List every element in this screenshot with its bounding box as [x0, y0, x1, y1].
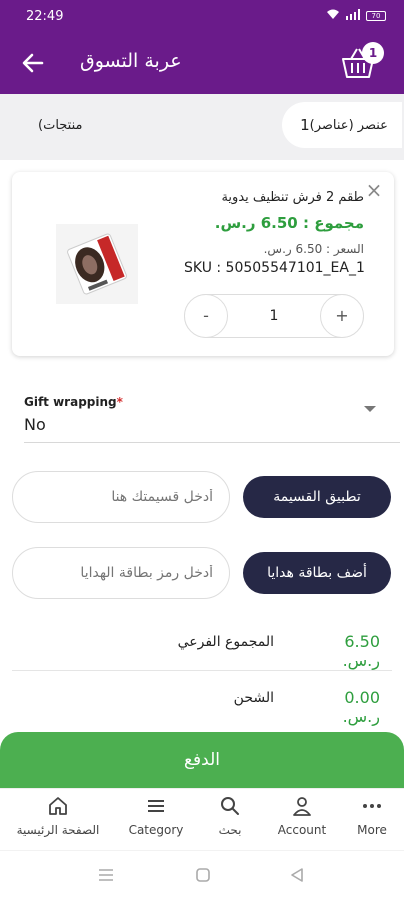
gift-card-input[interactable] [12, 547, 230, 599]
more-icon [348, 795, 396, 821]
add-gift-card-button[interactable]: أضف بطاقة هدايا [243, 552, 391, 594]
battery-icon: 70 [366, 11, 386, 21]
subtotal-value: 6.50 ر.س. [342, 632, 380, 670]
nav-label-more: More [357, 823, 387, 837]
nav-label-search: بحث [218, 823, 242, 837]
divider [24, 442, 400, 443]
status-icons: 70 [326, 9, 386, 23]
items-label: عنصر (عناصر) [309, 117, 388, 133]
signal-icon [346, 9, 360, 23]
recent-apps-icon[interactable] [98, 867, 114, 886]
back-system-icon[interactable] [290, 867, 304, 886]
status-bar: 22:49 70 [0, 0, 404, 32]
nav-label-category: Category [128, 823, 184, 837]
products-label: (منتجات [38, 118, 83, 133]
cart-button[interactable]: 1 [340, 42, 384, 82]
coupon-input[interactable] [12, 471, 230, 523]
nav-label-home: الصفحة الرئيسية [16, 823, 100, 837]
person-icon [270, 795, 334, 821]
nav-item-account[interactable]: Account [270, 795, 334, 847]
nav-item-category[interactable]: Category [122, 795, 190, 847]
system-navigation-bar [0, 850, 404, 900]
quantity-stepper: - 1 + [184, 294, 364, 338]
status-time: 22:49 [26, 8, 64, 24]
gift-wrapping-select[interactable]: No [24, 415, 46, 434]
product-sku: SKU : 50505547101_EA_1 [184, 260, 365, 276]
subtotal-row: المجموع الفرعي 6.50 ر.س. [24, 624, 380, 670]
product-image[interactable] [56, 224, 138, 304]
nav-item-more[interactable]: More [348, 795, 396, 847]
product-name[interactable]: طقم 2 فرش تنظيف يدوية [221, 190, 364, 205]
nav-label-account: Account [277, 823, 327, 837]
apply-coupon-button[interactable]: تطبيق القسيمة [243, 476, 391, 518]
gift-wrapping-label-text: Gift wrapping [24, 395, 117, 409]
bottom-nav: الصفحة الرئيسية Category بحث Account Mor… [0, 788, 404, 850]
home-system-icon[interactable] [196, 867, 210, 886]
page-title: عربة التسوق [80, 50, 182, 72]
gift-wrapping-label: Gift wrapping* [24, 395, 123, 409]
required-mark: * [116, 395, 123, 409]
product-unit-price: السعر : 6.50 ر.س. [263, 242, 364, 256]
app-bar: عربة التسوق 1 [0, 32, 404, 94]
cart-item-card: × طقم 2 فرش تنظيف يدوية مجموع : 6.50 ر.س… [12, 172, 394, 356]
dropdown-caret-icon[interactable] [364, 406, 376, 412]
wifi-icon [326, 9, 340, 23]
home-icon [10, 795, 106, 821]
shipping-row: الشحن 0.00 ر.س. [24, 680, 380, 726]
menu-icon [122, 795, 190, 821]
quantity-increase-button[interactable]: + [320, 294, 364, 338]
shipping-label: الشحن [233, 690, 274, 706]
subtotal-label: المجموع الفرعي [177, 634, 274, 650]
remove-item-button[interactable]: × [362, 178, 386, 202]
product-line-total: مجموع : 6.50 ر.س. [214, 214, 364, 232]
cart-count-badge: 1 [362, 42, 384, 64]
nav-item-home[interactable]: الصفحة الرئيسية [10, 795, 106, 847]
back-arrow-icon[interactable] [20, 48, 46, 78]
quantity-decrease-button[interactable]: - [184, 294, 228, 338]
search-icon [206, 795, 254, 821]
items-count: 1 [300, 116, 310, 134]
divider [12, 670, 392, 671]
nav-item-search[interactable]: بحث [206, 795, 254, 847]
shipping-value: 0.00 ر.س. [342, 688, 380, 726]
cart-summary-strip: 1 عنصر (عناصر) (منتجات [0, 94, 404, 160]
checkout-button[interactable]: الدفع [0, 732, 404, 788]
items-count-pill: 1 عنصر (عناصر) [282, 102, 402, 148]
quantity-value[interactable]: 1 [229, 295, 319, 337]
